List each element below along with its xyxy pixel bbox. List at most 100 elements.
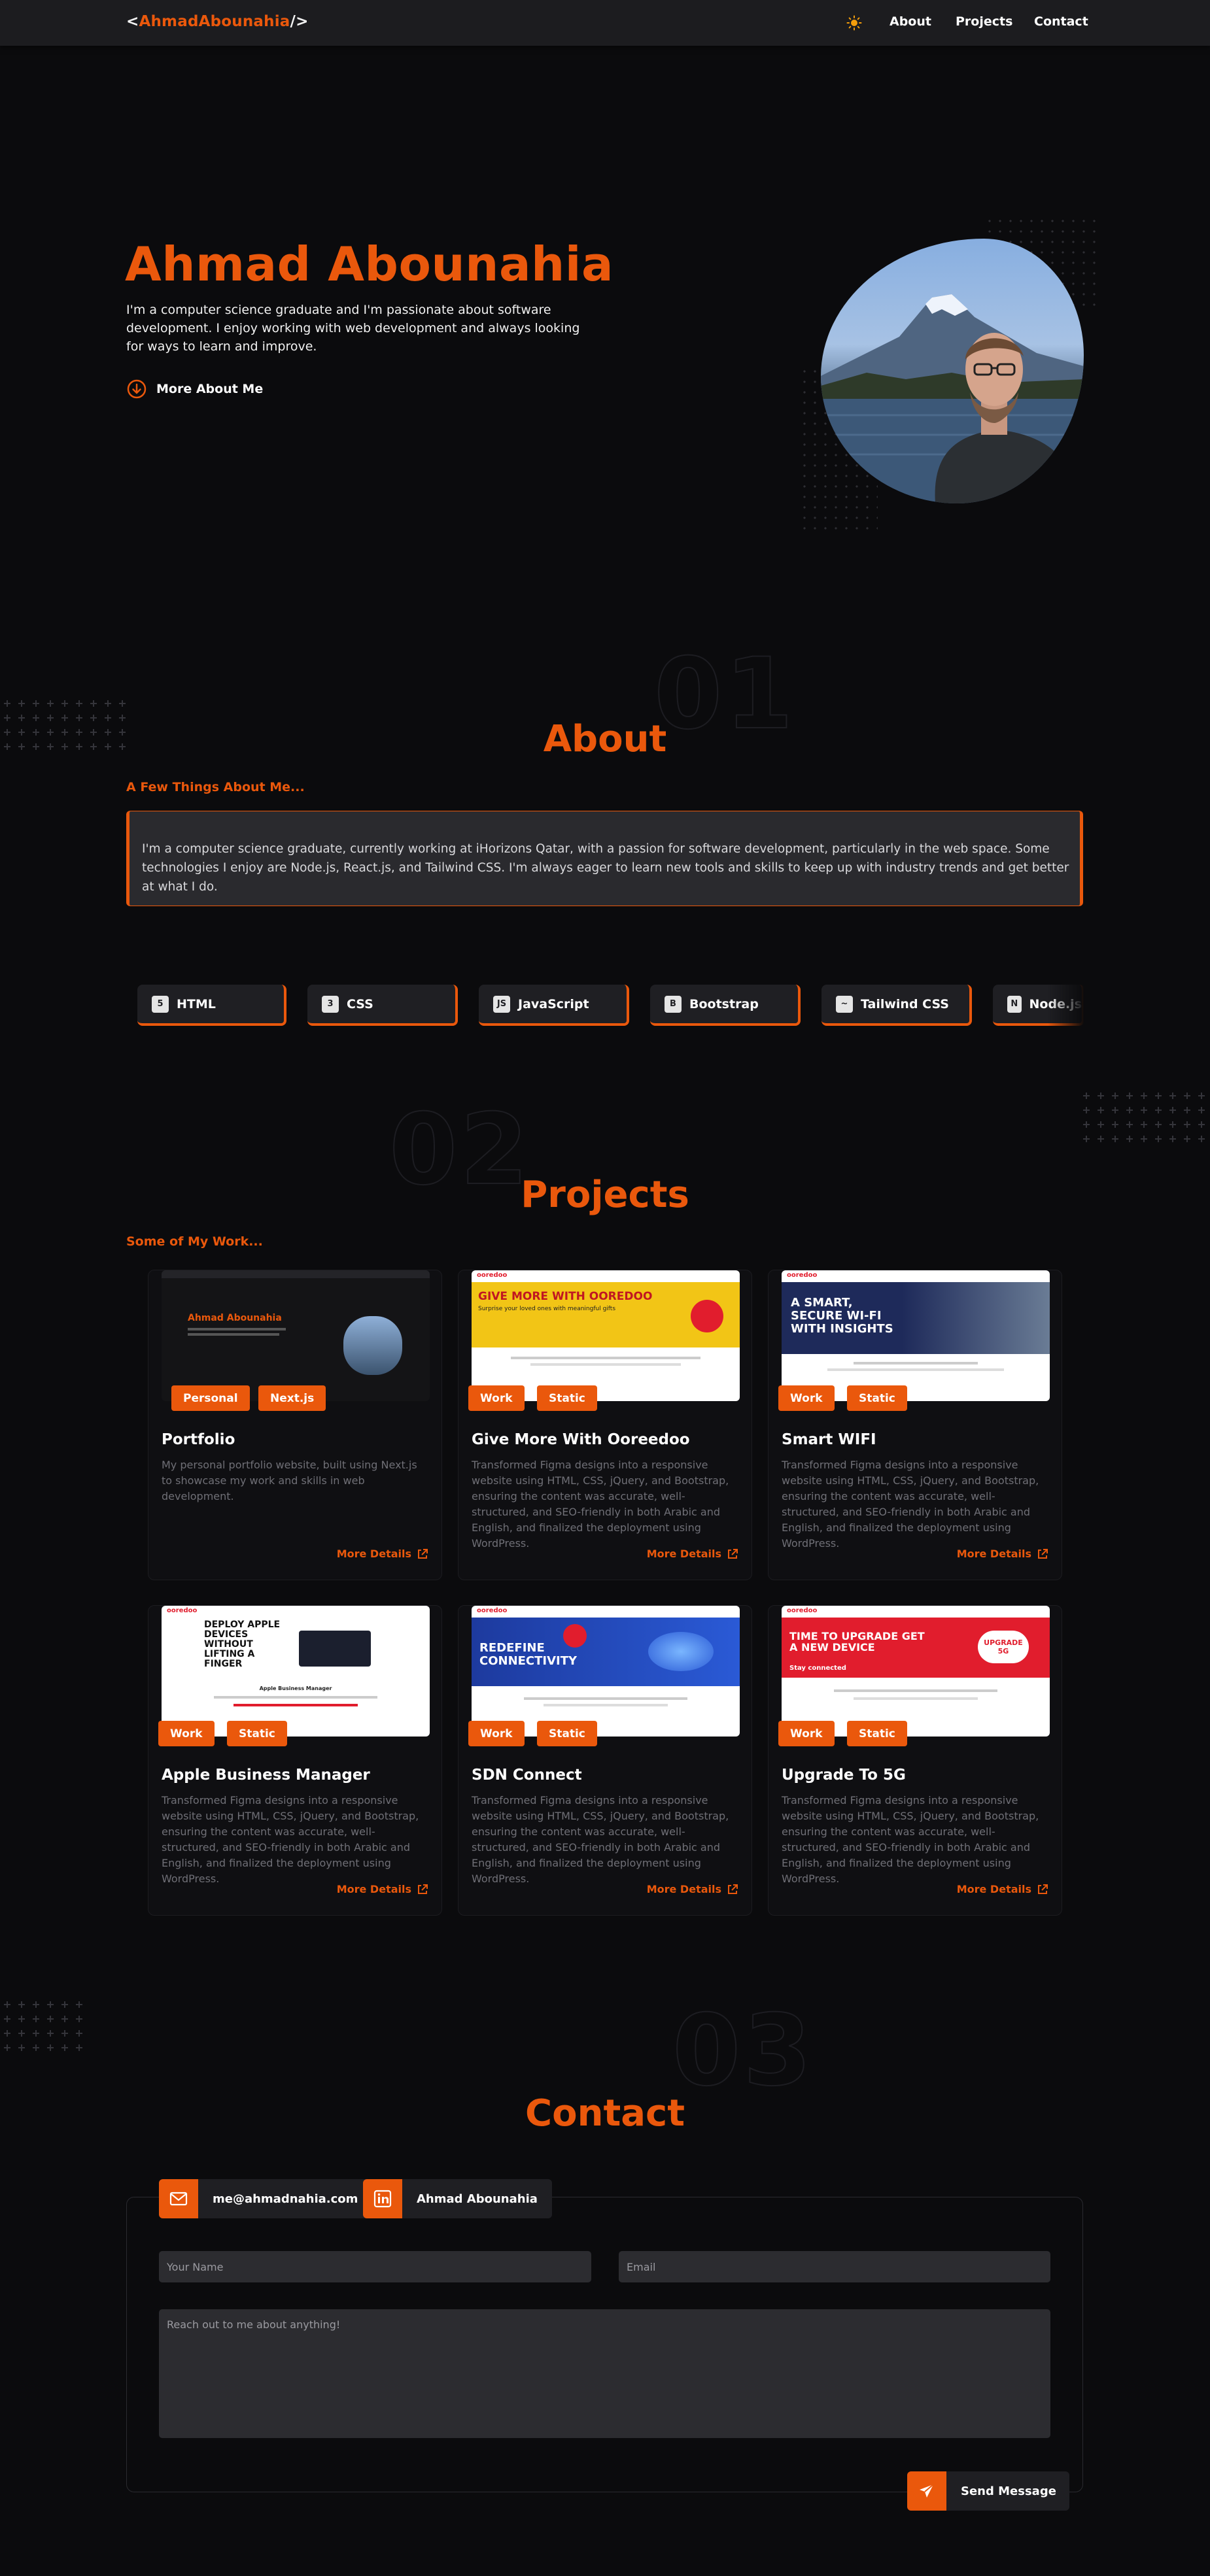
site-logo[interactable]: <AhmadAbounahia/> — [126, 13, 309, 30]
send-message-label: Send Message — [961, 2484, 1056, 2498]
project-title: SDN Connect — [472, 1767, 582, 1784]
nav-link-about[interactable]: About — [890, 14, 931, 29]
project-screenshot: ooredoo DEPLOY APPLE DEVICES WITHOUT LIF… — [162, 1606, 430, 1737]
external-link-icon — [728, 1548, 738, 1559]
send-message-button[interactable]: Send Message — [907, 2471, 1069, 2511]
project-card-apple-business-manager: ooredoo DEPLOY APPLE DEVICES WITHOUT LIF… — [148, 1605, 442, 1916]
project-card-upgrade-5g: ooredoo TIME TO UPGRADE GET A NEW DEVICE… — [768, 1605, 1062, 1916]
thumb-brand: ooredoo — [477, 1272, 508, 1279]
more-details-link[interactable]: More Details — [337, 1548, 428, 1560]
external-link-icon — [1038, 1548, 1048, 1559]
project-screenshot: ooredoo A SMART, SECURE WI-FI WITH INSIG… — [782, 1270, 1050, 1401]
external-link-icon — [1038, 1884, 1048, 1894]
project-description: Transformed Figma designs into a respons… — [782, 1459, 1039, 1550]
message-textarea[interactable] — [159, 2309, 1050, 2438]
more-details-link[interactable]: More Details — [647, 1548, 738, 1560]
tag-work: Work — [158, 1721, 215, 1746]
linkedin-name: Ahmad Abounahia — [417, 2192, 538, 2206]
about-card: I'm a computer science graduate, current… — [126, 811, 1083, 906]
skill-label: JavaScript — [518, 996, 589, 1011]
bootstrap-icon: B — [665, 995, 682, 1013]
about-text: I'm a computer science graduate, current… — [142, 842, 1069, 894]
logo-open: < — [126, 13, 139, 30]
thumb-headline: DEPLOY APPLE DEVICES WITHOUT LIFTING A F… — [204, 1619, 281, 1669]
tag-static: Static — [537, 1385, 597, 1411]
logo-name: AhmadAbounahia — [139, 13, 290, 30]
project-card-give-more: ooredoo GIVE MORE WITH OOREDOO Surprise … — [458, 1270, 752, 1580]
skill-css: 3 CSS — [307, 985, 458, 1026]
sun-icon[interactable] — [846, 15, 862, 31]
more-about-button[interactable]: More About Me — [126, 378, 263, 400]
profile-photo-scene — [821, 294, 1084, 503]
skill-label: Node.js — [1029, 996, 1082, 1011]
project-title: Upgrade To 5G — [782, 1767, 906, 1784]
skill-html: 5 HTML — [137, 985, 286, 1026]
thumb-brand: ooredoo — [787, 1272, 818, 1279]
thumb-headline: TIME TO UPGRADE GET A NEW DEVICE — [789, 1630, 925, 1653]
skill-tailwind: ~ Tailwind CSS — [821, 985, 972, 1026]
thumb-name: Ahmad Abounahia — [188, 1313, 282, 1323]
thumb-brand: ooredoo — [477, 1607, 508, 1614]
html5-icon: 5 — [152, 995, 169, 1013]
nav-link-contact[interactable]: Contact — [1034, 14, 1088, 29]
skill-label: Tailwind CSS — [861, 996, 949, 1011]
tag-personal: Personal — [171, 1385, 250, 1411]
tailwind-icon: ~ — [836, 995, 853, 1013]
linkedin-link[interactable]: Ahmad Abounahia — [363, 2179, 552, 2218]
name-input[interactable] — [159, 2251, 591, 2282]
more-details-label: More Details — [336, 1548, 411, 1560]
profile-photo — [821, 239, 1084, 503]
mail-icon — [159, 2179, 198, 2218]
project-screenshot: Ahmad Abounahia — [162, 1270, 430, 1401]
project-screenshot: ooredoo TIME TO UPGRADE GET A NEW DEVICE… — [782, 1606, 1050, 1737]
more-details-link[interactable]: More Details — [647, 1883, 738, 1895]
section-number: 03 — [672, 1993, 814, 2109]
tag-static: Static — [847, 1721, 907, 1746]
page: <AhmadAbounahia/> About Projects Contact… — [0, 0, 1210, 2576]
more-details-label: More Details — [646, 1883, 721, 1895]
project-description: Transformed Figma designs into a respons… — [162, 1794, 419, 1885]
skill-label: HTML — [177, 996, 216, 1011]
project-card-sdn-connect: ooredoo REDEFINE CONNECTIVITY Work Stati… — [458, 1605, 752, 1916]
tag-static: Static — [537, 1721, 597, 1746]
more-details-label: More Details — [956, 1883, 1031, 1895]
tag-static: Static — [227, 1721, 287, 1746]
tag-work: Work — [778, 1385, 835, 1411]
more-details-link[interactable]: More Details — [957, 1883, 1048, 1895]
projects-title: Projects — [521, 1174, 689, 1216]
tag-work: Work — [468, 1721, 525, 1746]
more-details-link[interactable]: More Details — [957, 1548, 1048, 1560]
skill-label: CSS — [347, 996, 373, 1011]
navbar: <AhmadAbounahia/> About Projects Contact — [0, 0, 1210, 46]
thumb-headline: GIVE MORE WITH OOREDOO — [478, 1290, 653, 1303]
thumb-sub: Apple Business Manager — [259, 1686, 332, 1691]
linkedin-icon — [363, 2179, 402, 2218]
hero-name: Ahmad Abounahia — [125, 237, 614, 292]
tag-work: Work — [468, 1385, 525, 1411]
about-subtitle: A Few Things About Me... — [126, 780, 305, 794]
nodejs-icon: N — [1007, 995, 1022, 1013]
thumb-sub: Stay connected — [789, 1665, 846, 1672]
project-description: Transformed Figma designs into a respons… — [472, 1459, 729, 1550]
tag-work: Work — [778, 1721, 835, 1746]
email-link[interactable]: me@ahmadnahia.com — [159, 2179, 373, 2218]
arrow-down-circle-icon — [127, 379, 147, 399]
email-input[interactable] — [619, 2251, 1050, 2282]
nav-link-projects[interactable]: Projects — [956, 14, 1012, 29]
project-description: Transformed Figma designs into a respons… — [472, 1794, 729, 1885]
css3-icon: 3 — [322, 995, 339, 1013]
project-card-smart-wifi: ooredoo A SMART, SECURE WI-FI WITH INSIG… — [768, 1270, 1062, 1580]
project-title: Smart WIFI — [782, 1431, 876, 1448]
more-details-label: More Details — [956, 1548, 1031, 1560]
more-details-label: More Details — [646, 1548, 721, 1560]
project-card-portfolio: Ahmad Abounahia Personal Next.js Portfol… — [148, 1270, 442, 1580]
project-description: My personal portfolio website, built usi… — [162, 1459, 417, 1502]
project-description: Transformed Figma designs into a respons… — [782, 1794, 1039, 1885]
project-screenshot: ooredoo REDEFINE CONNECTIVITY — [472, 1606, 740, 1737]
external-link-icon — [418, 1884, 428, 1894]
about-title: About — [543, 718, 667, 760]
plus-pattern — [0, 1997, 86, 2055]
more-details-link[interactable]: More Details — [337, 1883, 428, 1895]
skill-nodejs: N Node.js — [993, 985, 1084, 1026]
project-title: Portfolio — [162, 1431, 235, 1448]
